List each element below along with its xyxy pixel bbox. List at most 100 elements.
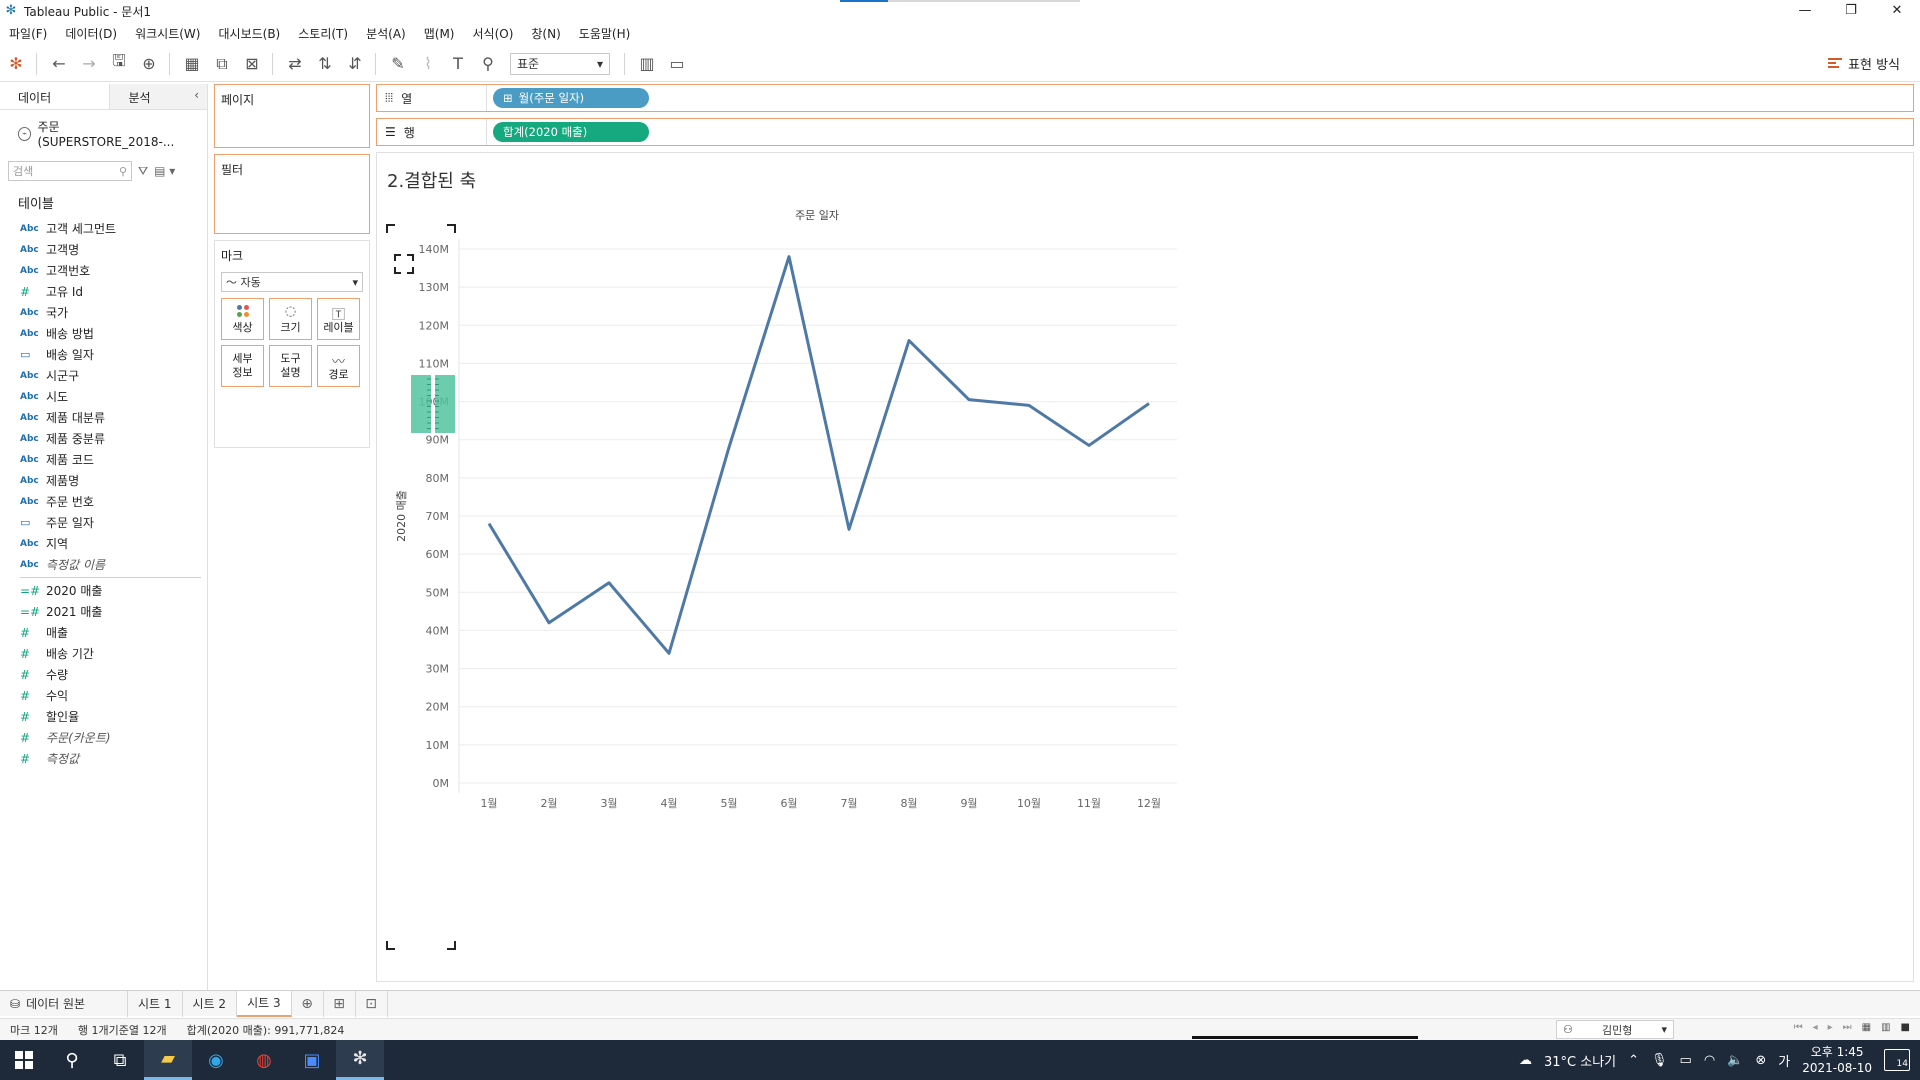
group-members-icon[interactable]: ⌇ [414, 50, 442, 78]
field-item[interactable]: Abc 지역 [0, 533, 207, 554]
minimize-button[interactable]: — [1782, 0, 1828, 22]
presentation-mode-icon[interactable]: ▭ [663, 50, 691, 78]
sheet-tab-1[interactable]: 시트 1 [128, 990, 183, 1017]
fix-axes-icon[interactable]: ⚲ [474, 50, 502, 78]
menu-analysis[interactable]: 분석(A) [357, 25, 415, 42]
pages-card[interactable]: 페이지 [214, 84, 370, 148]
field-item[interactable]: # 할인율 [0, 706, 207, 727]
prev-sheet-icon[interactable]: ◂ [1813, 1022, 1818, 1033]
menu-file[interactable]: 파일(F) [0, 25, 56, 42]
wifi-icon[interactable]: ◠ [1704, 1053, 1715, 1068]
field-item[interactable]: ▭ 배송 일자 [0, 344, 207, 365]
collapse-pane-icon[interactable]: ‹ [194, 88, 199, 102]
field-item[interactable]: # 배송 기간 [0, 643, 207, 664]
fit-axis-icon[interactable] [394, 254, 414, 274]
field-item[interactable]: Abc 국가 [0, 302, 207, 323]
field-item[interactable]: Abc 주문 번호 [0, 491, 207, 512]
field-item[interactable]: # 주문(카운트) [0, 727, 207, 748]
fit-select[interactable]: 표준 ▾ [510, 52, 610, 75]
restore-button[interactable]: ❐ [1828, 0, 1874, 22]
field-item[interactable]: # 수익 [0, 685, 207, 706]
filters-card[interactable]: 필터 [214, 154, 370, 234]
tableau-home-icon[interactable]: ✻ [2, 50, 30, 78]
size-button[interactable]: ◌ 크기 [269, 298, 312, 340]
weather-text[interactable]: 31°C 소나기 [1544, 1051, 1616, 1070]
zoom-icon[interactable]: ▣ [288, 1040, 336, 1080]
field-item[interactable]: Abc 측정값 이름 [0, 554, 207, 575]
data-point[interactable] [484, 519, 494, 529]
detail-button[interactable]: 세부 정보 [221, 345, 264, 387]
sort-descending-icon[interactable]: ⇵ [341, 50, 369, 78]
data-point[interactable] [1084, 440, 1094, 450]
new-datasource-icon[interactable]: ⊕ [135, 50, 163, 78]
expand-icon[interactable]: ⊞ [503, 91, 513, 105]
sheet-tab-3[interactable]: 시트 3 [237, 990, 292, 1017]
new-worksheet-icon[interactable]: ▦ [178, 50, 206, 78]
field-item[interactable]: ▭ 주문 일자 [0, 512, 207, 533]
field-item[interactable]: # 고유 Id [0, 281, 207, 302]
columns-pill[interactable]: ⊞ 월(주문 일자) [493, 88, 649, 108]
sheet-tab-2[interactable]: 시트 2 [183, 990, 238, 1017]
search-icon[interactable]: ⚲ [48, 1040, 96, 1080]
data-point[interactable] [904, 336, 914, 346]
menu-data[interactable]: 데이터(D) [56, 25, 126, 42]
field-item[interactable]: Abc 고객번호 [0, 260, 207, 281]
redo-icon[interactable]: → [75, 50, 103, 78]
mark-type-select[interactable]: 〜 자동 ▾ [221, 272, 363, 292]
volume-icon[interactable]: 🔈 [1727, 1053, 1743, 1068]
field-item[interactable]: # 측정값 [0, 748, 207, 769]
sort-ascending-icon[interactable]: ⇅ [311, 50, 339, 78]
new-dashboard-icon[interactable]: ⊞ [324, 990, 356, 1017]
data-point[interactable] [844, 524, 854, 534]
show-me-button[interactable]: 표현 방식 [1828, 54, 1900, 73]
rows-shelf[interactable]: ☰ 행 합계(2020 매출) [376, 118, 1914, 146]
show-mark-labels-icon[interactable]: T [444, 50, 472, 78]
menu-story[interactable]: 스토리(T) [289, 25, 357, 42]
data-point[interactable] [784, 252, 794, 262]
menu-worksheet[interactable]: 워크시트(W) [126, 25, 209, 42]
data-point[interactable] [1024, 400, 1034, 410]
field-item[interactable]: Abc 시군구 [0, 365, 207, 386]
field-item[interactable]: Abc 제품명 [0, 470, 207, 491]
grid-view-icon[interactable]: ▦ [1862, 1022, 1871, 1033]
field-item[interactable]: Abc 제품 중분류 [0, 428, 207, 449]
start-button[interactable] [0, 1040, 48, 1080]
new-worksheet-icon[interactable]: ⊕ [292, 990, 324, 1017]
field-item[interactable]: Abc 고객 세그먼트 [0, 218, 207, 239]
highlight-icon[interactable]: ✎ [384, 50, 412, 78]
save-icon[interactable]: 🖫 [105, 50, 133, 78]
label-button[interactable]: 🅃 레이블 [317, 298, 360, 340]
data-point[interactable] [1144, 398, 1154, 408]
datasource-item[interactable]: ⌁ 주문(SUPERSTORE_2018-... [0, 110, 207, 157]
menu-format[interactable]: 서식(O) [464, 25, 523, 42]
data-point[interactable] [664, 648, 674, 658]
field-item[interactable]: # 수량 [0, 664, 207, 685]
tooltip-button[interactable]: 도구 설명 [269, 345, 312, 387]
data-point[interactable] [544, 618, 554, 628]
battery-icon[interactable]: ▭ [1680, 1053, 1692, 1068]
microphone-icon[interactable]: 🎙 [1651, 1053, 1668, 1068]
duplicate-sheet-icon[interactable]: ⧉ [208, 50, 236, 78]
field-item[interactable]: =# 2021 매출 [0, 601, 207, 622]
data-point[interactable] [964, 395, 974, 405]
field-item[interactable]: Abc 제품 코드 [0, 449, 207, 470]
notification-center-icon[interactable]: 14 [1884, 1049, 1910, 1071]
tab-analytics[interactable]: 분석 ‹ [109, 84, 207, 109]
tabs-view-icon[interactable]: ■ [1901, 1022, 1910, 1033]
edge-icon[interactable]: ◉ [192, 1040, 240, 1080]
show-cards-icon[interactable]: ▥ [633, 50, 661, 78]
menu-help[interactable]: 도움말(H) [570, 25, 640, 42]
last-sheet-icon[interactable]: ⏭ [1843, 1022, 1852, 1033]
color-button[interactable]: 색상 [221, 298, 264, 340]
tray-overflow-icon[interactable]: ⌃ [1628, 1053, 1639, 1068]
datasource-tab[interactable]: ⛁ 데이터 원본 [0, 990, 128, 1017]
next-sheet-icon[interactable]: ▸ [1828, 1022, 1833, 1033]
field-search-input[interactable]: 검색 ⚲ [8, 161, 132, 181]
new-story-icon[interactable]: ⊡ [356, 990, 388, 1017]
clear-sheet-icon[interactable]: ⊠ [238, 50, 266, 78]
worksheet-view[interactable]: 2.결합된 축 0M 10M 20M 30M 40M 50M 60M 70M 80M 90M 100… [376, 152, 1914, 982]
line-chart[interactable]: 0M10M20M30M40M50M60M70M80M90M100M110M120… [377, 153, 1913, 981]
user-select[interactable]: ⚇ 김민형 ▾ [1556, 1020, 1674, 1039]
tab-data[interactable]: 데이터 [0, 84, 109, 109]
antivirus-icon[interactable]: ⊗ [1755, 1053, 1766, 1068]
